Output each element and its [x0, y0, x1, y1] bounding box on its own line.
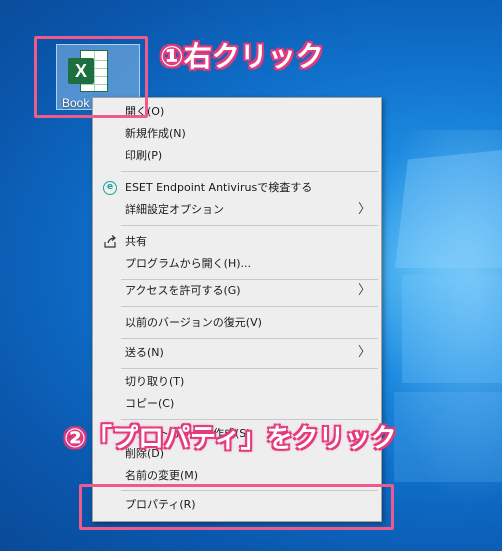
share-icon — [102, 234, 118, 250]
menu-item-label: 名前の変更(M) — [125, 469, 199, 482]
menu-item-copy[interactable]: コピー(C) — [93, 393, 381, 415]
menu-separator — [121, 338, 378, 339]
menu-item-label: コピー(C) — [125, 397, 175, 410]
menu-item-share[interactable]: 共有 — [93, 231, 381, 253]
chevron-right-icon: 〉 — [357, 345, 371, 360]
step2-caption: ②「プロパティ」をクリック — [64, 424, 397, 454]
menu-item-label: 切り取り(T) — [125, 375, 185, 388]
step1-caption: ①右クリック — [160, 40, 324, 73]
menu-item-new[interactable]: 新規作成(N) — [93, 123, 381, 145]
menu-item-send-to[interactable]: 送る(N) 〉 — [93, 342, 381, 364]
menu-item-label: 詳細設定オプション — [125, 203, 224, 216]
step1-highlight-box — [34, 36, 148, 118]
menu-item-label: プログラムから開く(H)... — [125, 257, 252, 270]
menu-item-label: 送る(N) — [125, 346, 164, 359]
menu-item-label: 新規作成(N) — [125, 127, 186, 140]
menu-item-label: 共有 — [125, 235, 147, 248]
menu-separator — [121, 306, 378, 307]
eset-icon: e — [102, 180, 118, 196]
menu-item-cut[interactable]: 切り取り(T) — [93, 371, 381, 393]
menu-item-label: アクセスを許可する(G) — [125, 284, 241, 297]
menu-item-eset-scan[interactable]: e ESET Endpoint Antivirusで検査する — [93, 177, 381, 199]
chevron-right-icon: 〉 — [357, 283, 371, 298]
menu-item-give-access[interactable]: アクセスを許可する(G) 〉 — [93, 280, 381, 302]
step2-highlight-box — [79, 484, 394, 530]
menu-item-restore-previous[interactable]: 以前のバージョンの復元(V) — [93, 312, 381, 334]
menu-separator — [121, 225, 378, 226]
context-menu: 開く(O) 新規作成(N) 印刷(P) e ESET Endpoint Anti… — [92, 97, 382, 522]
menu-separator — [121, 171, 378, 172]
wallpaper-window-pane — [402, 275, 502, 383]
wallpaper-window-pane — [395, 150, 502, 268]
menu-item-advanced-options[interactable]: 詳細設定オプション 〉 — [93, 199, 381, 221]
menu-item-print[interactable]: 印刷(P) — [93, 145, 381, 167]
menu-item-label: ESET Endpoint Antivirusで検査する — [125, 181, 313, 194]
wallpaper-window-pane — [394, 392, 502, 482]
menu-separator — [121, 368, 378, 369]
menu-item-label: 印刷(P) — [125, 149, 163, 162]
menu-item-open-with[interactable]: プログラムから開く(H)... — [93, 253, 381, 275]
chevron-right-icon: 〉 — [357, 202, 371, 217]
menu-item-label: 以前のバージョンの復元(V) — [125, 316, 262, 329]
